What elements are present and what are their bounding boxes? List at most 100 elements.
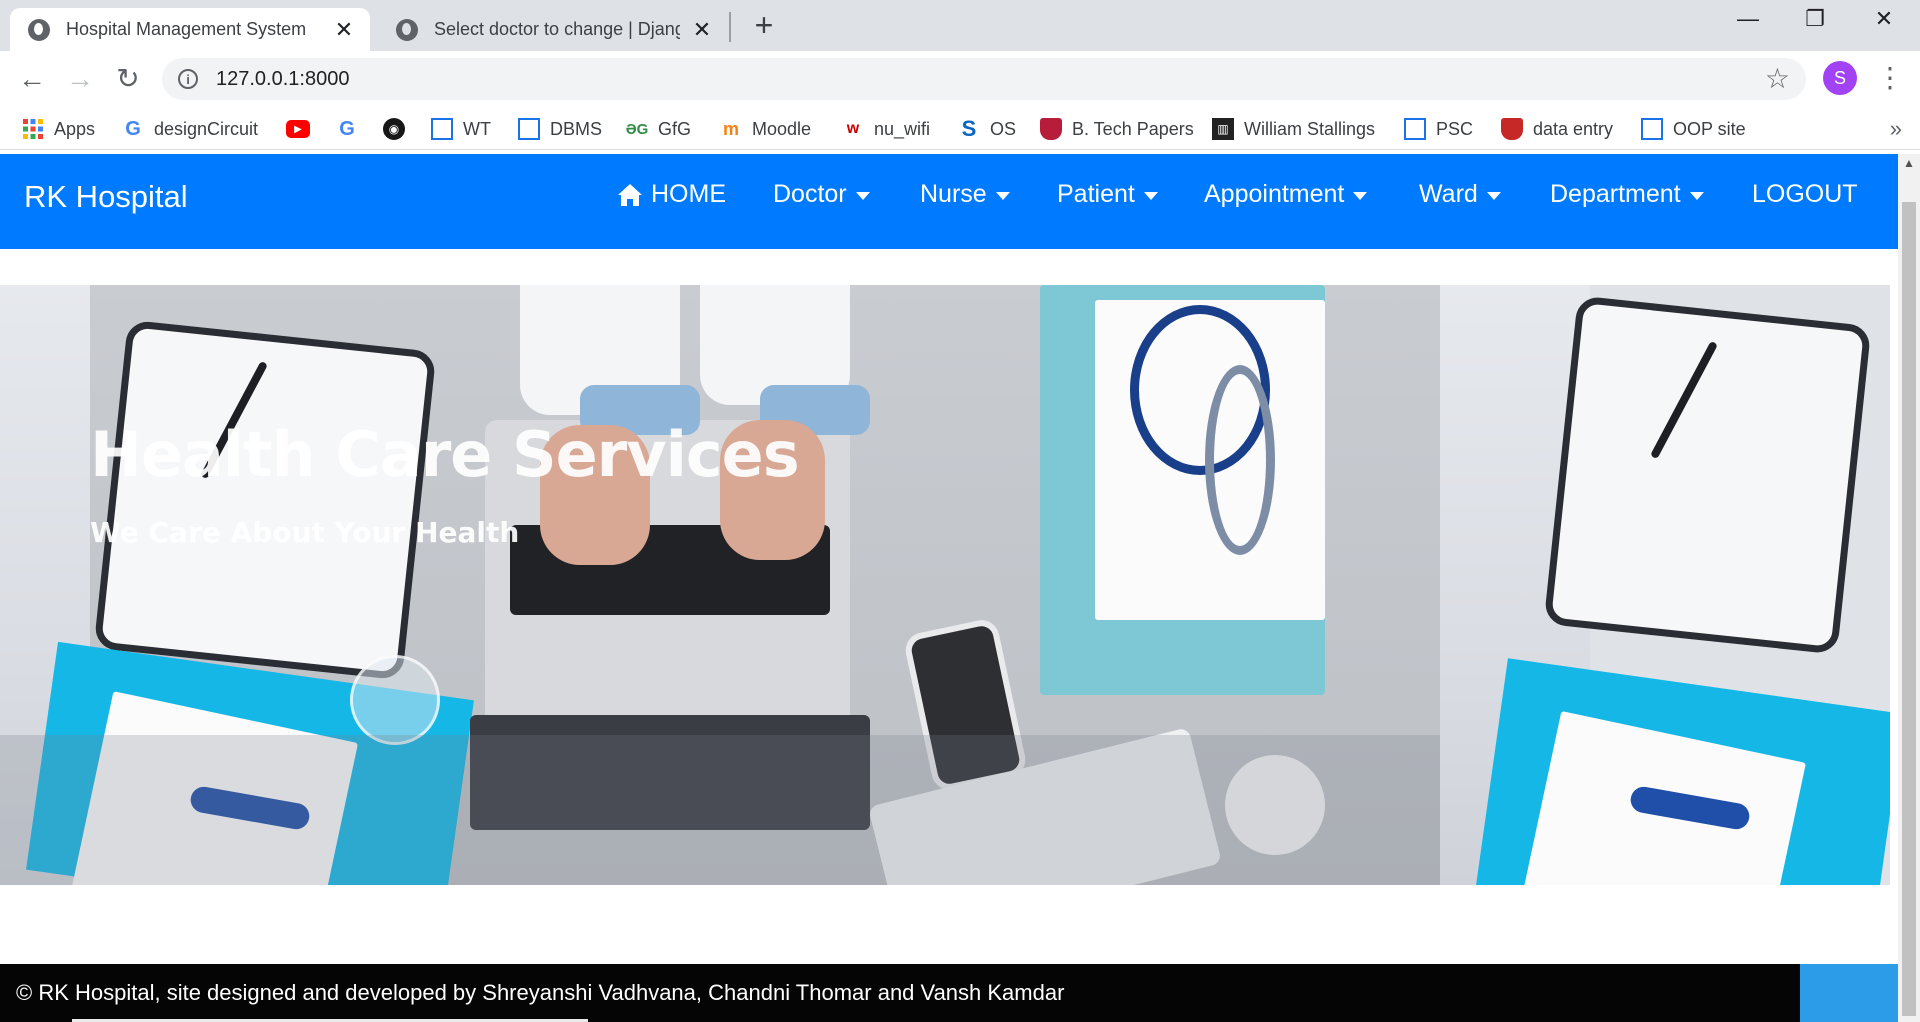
- bookmark-google[interactable]: G: [336, 114, 368, 144]
- nav-doctor[interactable]: Doctor: [773, 180, 870, 209]
- bookmark-dbms[interactable]: DBMS: [518, 114, 602, 144]
- more-menu-icon[interactable]: ⋮: [1876, 61, 1904, 95]
- new-tab-icon[interactable]: +: [748, 8, 780, 42]
- nav-label: Ward: [1419, 180, 1478, 208]
- hero-subtitle: We Care About Your Health: [90, 516, 520, 549]
- nav-ward[interactable]: Ward: [1419, 180, 1501, 209]
- caret-down-icon: [1353, 191, 1368, 200]
- bookmark-label: OS: [990, 118, 1017, 139]
- bookmark-label: Apps: [54, 118, 96, 139]
- close-icon[interactable]: ✕: [690, 17, 714, 43]
- info-icon[interactable]: i: [178, 69, 198, 89]
- moodle-icon: m: [722, 118, 739, 139]
- github-icon: ◉: [383, 118, 405, 140]
- shield-icon: [1040, 118, 1062, 140]
- address-bar[interactable]: i 127.0.0.1:8000 ☆: [162, 58, 1806, 100]
- minimize-icon[interactable]: —: [1730, 6, 1766, 32]
- bookmark-apps[interactable]: Apps: [22, 114, 95, 144]
- bookmark-label: WT: [463, 118, 491, 139]
- site-brand[interactable]: RK Hospital: [24, 179, 188, 215]
- nav-home[interactable]: HOME: [617, 180, 726, 209]
- nav-label: Nurse: [920, 180, 987, 208]
- scroll-up-icon[interactable]: ▲: [1903, 156, 1915, 170]
- bookmark-label: B. Tech Papers: [1072, 118, 1194, 139]
- apps-grid-icon: [22, 118, 44, 140]
- nav-label: Department: [1550, 180, 1681, 208]
- bookmark-gfg[interactable]: ƏG GfG: [626, 114, 691, 144]
- google-icon: G: [339, 117, 355, 140]
- site-footer: © RK Hospital, site designed and develop…: [0, 964, 1898, 1022]
- caret-down-icon: [1486, 191, 1501, 200]
- nu-icon: w: [846, 120, 860, 137]
- nav-logout[interactable]: LOGOUT: [1752, 180, 1858, 209]
- home-icon: [618, 183, 642, 206]
- caret-down-icon: [855, 191, 870, 200]
- caret-down-icon: [1143, 191, 1158, 200]
- tab-select-doctor[interactable]: Select doctor to change | Django ✕: [378, 8, 728, 51]
- glass-illustration: [350, 655, 440, 745]
- building-icon: ▥: [1212, 118, 1234, 140]
- window-icon: [431, 118, 453, 140]
- bookmark-label: data entry: [1533, 118, 1614, 139]
- close-icon[interactable]: ✕: [332, 17, 356, 43]
- tab-title: Select doctor to change | Django: [434, 19, 680, 39]
- back-arrow-icon[interactable]: ←: [14, 62, 50, 96]
- page-viewport: RK Hospital HOME Doctor Nurse Patient Ap…: [0, 154, 1898, 1022]
- page-scrollbar[interactable]: ▲: [1898, 154, 1920, 1022]
- tab-strip: Hospital Management System ✕ Select doct…: [0, 0, 1920, 51]
- gfg-icon: ƏG: [625, 120, 649, 138]
- bookmark-os[interactable]: S OS: [958, 114, 1016, 144]
- bookmark-btech-papers[interactable]: B. Tech Papers: [1040, 114, 1194, 144]
- caret-down-icon: [995, 191, 1010, 200]
- star-icon[interactable]: ☆: [1765, 62, 1790, 95]
- restore-icon[interactable]: ❐: [1797, 6, 1833, 32]
- nav-label: Patient: [1057, 180, 1135, 208]
- bookmark-label: nu_wifi: [874, 118, 931, 139]
- nav-appointment[interactable]: Appointment: [1204, 180, 1368, 209]
- globe-icon: [396, 18, 418, 41]
- shield-icon: [1501, 118, 1523, 140]
- forward-arrow-icon[interactable]: →: [62, 62, 98, 96]
- nav-nurse[interactable]: Nurse: [920, 180, 1010, 209]
- nav-department[interactable]: Department: [1550, 180, 1704, 209]
- bookmark-designcircuit[interactable]: G designCircuit: [122, 114, 258, 144]
- window-close-icon[interactable]: ✕: [1866, 6, 1902, 32]
- profile-avatar[interactable]: S: [1823, 61, 1857, 95]
- site-navbar: RK Hospital HOME Doctor Nurse Patient Ap…: [0, 154, 1898, 249]
- bookmark-oop-site[interactable]: OOP site: [1641, 114, 1746, 144]
- browser-toolbar: ← → ↻ i 127.0.0.1:8000 ☆ S ⋮: [0, 51, 1920, 108]
- bookmark-label: Moodle: [752, 118, 812, 139]
- caret-down-icon: [1689, 191, 1704, 200]
- nav-label: LOGOUT: [1752, 180, 1858, 208]
- nav-patient[interactable]: Patient: [1057, 180, 1158, 209]
- bookmark-youtube[interactable]: ▶: [286, 114, 320, 144]
- bookmark-label: designCircuit: [154, 118, 259, 139]
- bookmark-wt[interactable]: WT: [431, 114, 491, 144]
- window-icon: [1404, 118, 1426, 140]
- google-icon: G: [125, 117, 141, 140]
- scrollbar-thumb[interactable]: [1902, 202, 1916, 1016]
- footer-accent: [1800, 964, 1898, 1022]
- bookmark-william-stallings[interactable]: ▥ William Stallings: [1212, 114, 1375, 144]
- more-bookmarks-icon[interactable]: »: [1890, 116, 1902, 142]
- tab-hospital-management[interactable]: Hospital Management System ✕: [10, 8, 370, 51]
- bookmark-moodle[interactable]: m Moodle: [720, 114, 811, 144]
- bookmark-data-entry[interactable]: data entry: [1501, 114, 1613, 144]
- bookmark-label: William Stallings: [1244, 118, 1376, 139]
- url-text: 127.0.0.1:8000: [216, 67, 350, 90]
- s-icon: S: [961, 116, 977, 141]
- youtube-icon: ▶: [286, 120, 310, 138]
- nav-label: Doctor: [773, 180, 847, 208]
- window-icon: [1641, 118, 1663, 140]
- tab-title: Hospital Management System: [66, 19, 307, 39]
- reload-icon[interactable]: ↻: [110, 62, 146, 96]
- clipboard-illustration: [93, 319, 437, 681]
- bookmark-nu-wifi[interactable]: w nu_wifi: [842, 114, 930, 144]
- bookmark-psc[interactable]: PSC: [1404, 114, 1473, 144]
- hero-banner: [0, 285, 1890, 885]
- bookmark-github[interactable]: ◉: [383, 114, 415, 144]
- bookmark-label: OOP site: [1673, 118, 1746, 139]
- nav-label: Appointment: [1204, 180, 1345, 208]
- bookmark-label: DBMS: [550, 118, 603, 139]
- nav-label: HOME: [651, 180, 726, 208]
